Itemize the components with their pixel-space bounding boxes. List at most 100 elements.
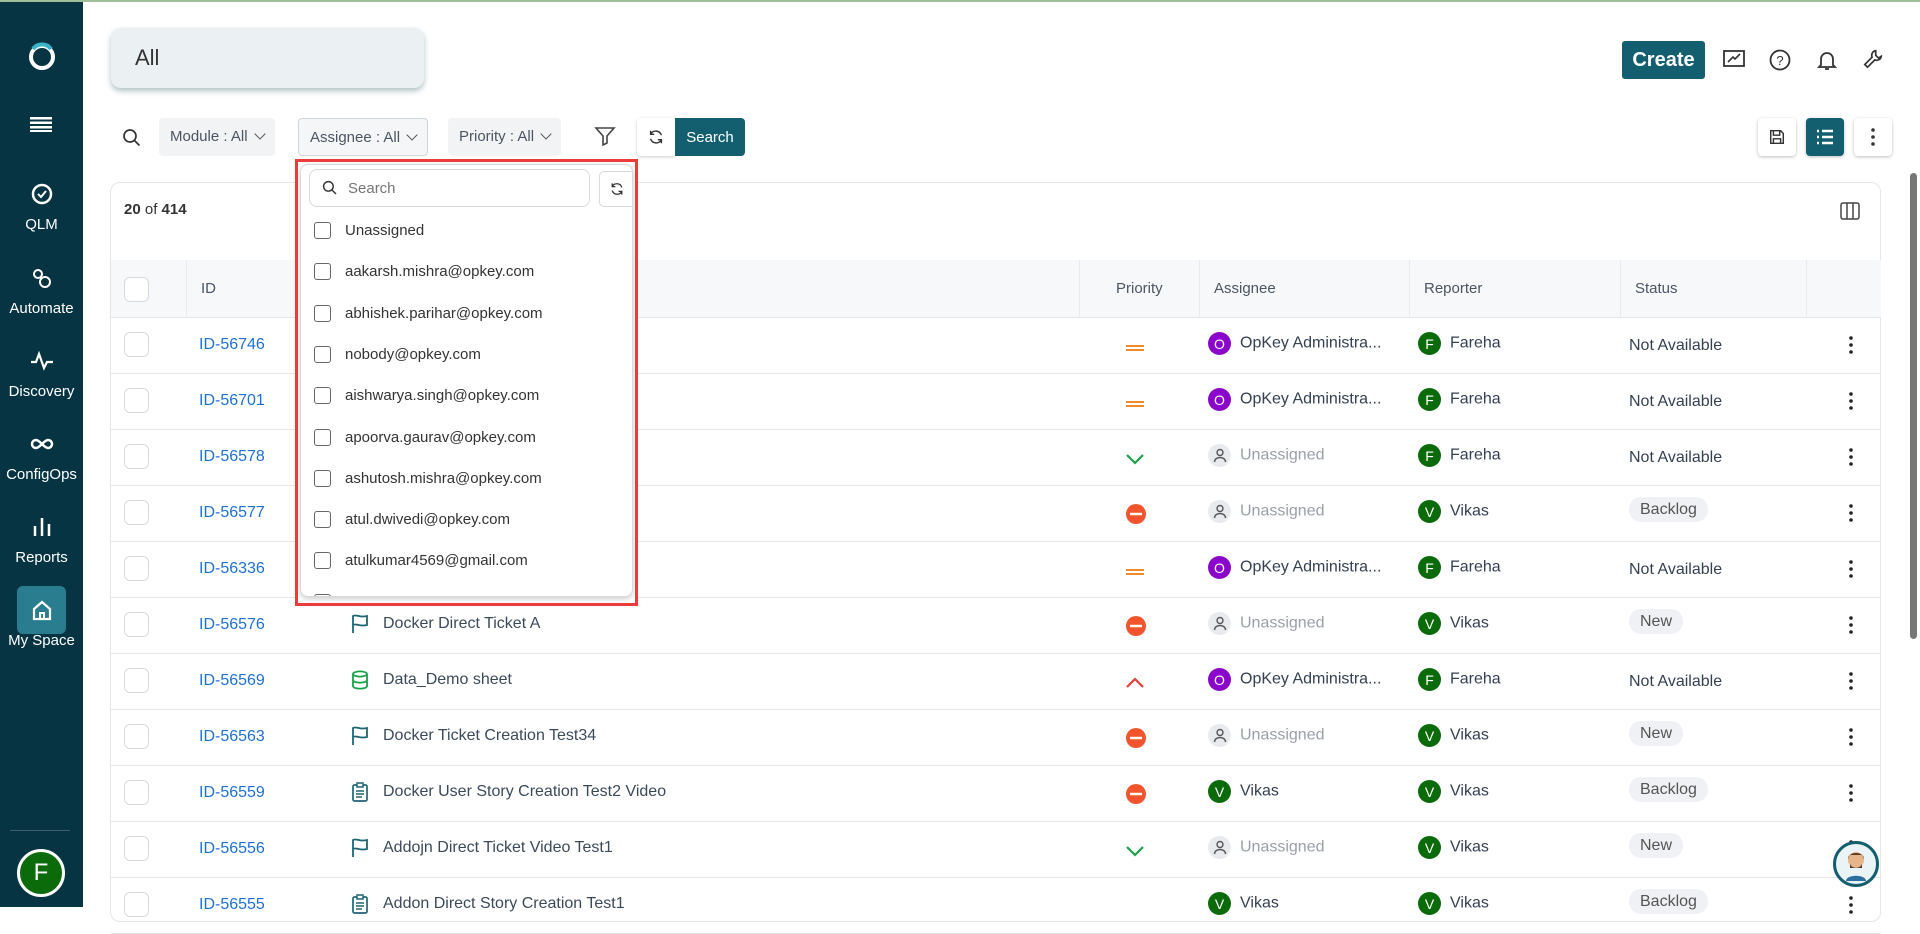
- item-id-link[interactable]: ID-56701: [199, 392, 265, 410]
- row-checkbox[interactable]: [124, 612, 149, 637]
- option-checkbox[interactable]: [314, 428, 331, 446]
- item-title[interactable]: Data_Demo sheet: [351, 670, 512, 690]
- table-row[interactable]: ID-56563 Docker Ticket Creation Test34 U…: [111, 710, 1881, 766]
- assignee-option[interactable]: aakarsh.mishra@opkey.com: [314, 263, 534, 281]
- view-selector[interactable]: All: [111, 28, 424, 88]
- row-kebab-icon[interactable]: [1848, 782, 1854, 804]
- assignee-search-field[interactable]: [309, 169, 590, 207]
- row-checkbox[interactable]: [124, 780, 149, 805]
- option-checkbox[interactable]: [314, 469, 331, 487]
- assignee-option[interactable]: Unassigned: [314, 222, 424, 239]
- assignee-option[interactable]: avinash.arora@opkey.com: [314, 593, 523, 596]
- row-checkbox[interactable]: [124, 388, 149, 413]
- search-icon[interactable]: [122, 128, 142, 148]
- row-kebab-icon[interactable]: [1848, 894, 1854, 916]
- column-header-status[interactable]: Status: [1620, 260, 1806, 318]
- option-checkbox[interactable]: [314, 222, 331, 239]
- sidebar-item-automate[interactable]: Automate: [0, 264, 83, 317]
- assignee-option[interactable]: abhishek.parihar@opkey.com: [314, 304, 543, 322]
- assignee-option[interactable]: atulkumar4569@gmail.com: [314, 552, 528, 570]
- item-id-link[interactable]: ID-56563: [199, 728, 265, 746]
- table-row[interactable]: ID-56556 Addojn Direct Ticket Video Test…: [111, 822, 1881, 878]
- row-checkbox[interactable]: [124, 724, 149, 749]
- column-header-assignee[interactable]: Assignee: [1199, 260, 1409, 318]
- item-id-link[interactable]: ID-56556: [199, 840, 265, 858]
- row-kebab-icon[interactable]: [1848, 558, 1854, 580]
- row-kebab-icon[interactable]: [1848, 726, 1854, 748]
- hamburger-menu-icon[interactable]: [30, 116, 52, 132]
- row-checkbox[interactable]: [124, 444, 149, 469]
- reset-filters-button[interactable]: [637, 118, 675, 156]
- item-id-link[interactable]: ID-56578: [199, 448, 265, 466]
- row-kebab-icon[interactable]: [1848, 446, 1854, 468]
- row-kebab-icon[interactable]: [1848, 614, 1854, 636]
- priority-filter[interactable]: Priority : All: [448, 118, 562, 156]
- sidebar-item-reports[interactable]: Reports: [0, 513, 83, 566]
- item-title[interactable]: Addojn Direct Ticket Video Test1: [351, 838, 613, 858]
- row-checkbox[interactable]: [124, 556, 149, 581]
- search-button[interactable]: Search: [675, 118, 745, 156]
- row-checkbox[interactable]: [124, 668, 149, 693]
- table-row[interactable]: ID-56569 Data_Demo sheet O OpKey Administ…: [111, 654, 1881, 710]
- opkey-logo-icon[interactable]: [27, 40, 57, 72]
- wrench-icon[interactable]: [1862, 48, 1884, 70]
- column-header-reporter[interactable]: Reporter: [1409, 260, 1620, 318]
- item-id-link[interactable]: ID-56559: [199, 784, 265, 802]
- filter-icon[interactable]: [593, 124, 617, 148]
- assistant-bot-avatar[interactable]: [1833, 841, 1879, 887]
- option-checkbox[interactable]: [314, 387, 331, 405]
- row-kebab-icon[interactable]: [1848, 670, 1854, 692]
- sidebar-item-discovery[interactable]: Discovery: [0, 347, 83, 400]
- column-header-priority[interactable]: Priority: [1079, 260, 1199, 318]
- save-view-button[interactable]: [1758, 118, 1796, 156]
- item-id-link[interactable]: ID-56577: [199, 504, 265, 522]
- option-checkbox[interactable]: [314, 593, 331, 596]
- row-checkbox[interactable]: [124, 500, 149, 525]
- item-id-link[interactable]: ID-56569: [199, 672, 265, 690]
- select-all-checkbox[interactable]: [124, 276, 149, 302]
- row-kebab-icon[interactable]: [1848, 390, 1854, 412]
- bell-icon[interactable]: [1815, 48, 1839, 72]
- assignee-option[interactable]: atul.dwivedi@opkey.com: [314, 511, 510, 529]
- assignee-filter[interactable]: Assignee : All: [298, 118, 429, 156]
- option-checkbox[interactable]: [314, 511, 331, 529]
- row-checkbox[interactable]: [124, 836, 149, 861]
- item-title[interactable]: Addon Direct Story Creation Test1: [351, 894, 625, 914]
- table-row[interactable]: ID-56555 Addon Direct Story Creation Tes…: [111, 878, 1881, 934]
- module-filter[interactable]: Module : All: [159, 118, 275, 156]
- assignee-option[interactable]: aishwarya.singh@opkey.com: [314, 387, 539, 405]
- sidebar-item-qlm[interactable]: QLM: [0, 180, 83, 233]
- item-title[interactable]: Docker User Story Creation Test2 Video: [351, 782, 666, 802]
- row-kebab-icon[interactable]: [1848, 334, 1854, 356]
- item-id-link[interactable]: ID-56576: [199, 616, 265, 634]
- row-kebab-icon[interactable]: [1848, 502, 1854, 524]
- item-id-link[interactable]: ID-56555: [199, 896, 265, 914]
- column-header-id[interactable]: ID: [186, 260, 312, 318]
- create-button[interactable]: Create: [1622, 41, 1705, 79]
- item-title[interactable]: Docker Direct Ticket A: [351, 614, 540, 634]
- assignee-option[interactable]: nobody@opkey.com: [314, 345, 481, 363]
- table-row[interactable]: ID-56559 Docker User Story Creation Test…: [111, 766, 1881, 822]
- item-title[interactable]: Docker Ticket Creation Test34: [351, 726, 596, 746]
- option-checkbox[interactable]: [314, 345, 331, 363]
- assignee-option[interactable]: ashutosh.mishra@opkey.com: [314, 469, 542, 487]
- more-options-button[interactable]: [1854, 118, 1892, 156]
- feedback-icon[interactable]: [1722, 48, 1746, 72]
- option-checkbox[interactable]: [314, 304, 331, 322]
- user-avatar[interactable]: F: [17, 849, 65, 897]
- columns-icon[interactable]: [1840, 202, 1860, 220]
- table-row[interactable]: ID-56576 Docker Direct Ticket A Unassign…: [111, 598, 1881, 654]
- list-view-button[interactable]: [1806, 118, 1844, 156]
- item-id-link[interactable]: ID-56336: [199, 560, 265, 578]
- row-checkbox[interactable]: [124, 332, 149, 357]
- option-checkbox[interactable]: [314, 552, 331, 570]
- assignee-refresh-button[interactable]: [599, 171, 632, 207]
- sidebar-item-my-space[interactable]: My Space: [0, 596, 83, 649]
- item-id-link[interactable]: ID-56746: [199, 336, 265, 354]
- assignee-option[interactable]: apoorva.gaurav@opkey.com: [314, 428, 536, 446]
- scrollbar-thumb[interactable]: [1910, 173, 1917, 639]
- assignee-search-input[interactable]: [348, 179, 568, 197]
- sidebar-item-configops[interactable]: ConfigOps: [0, 430, 83, 483]
- option-checkbox[interactable]: [314, 263, 331, 281]
- help-icon[interactable]: ?: [1768, 48, 1792, 72]
